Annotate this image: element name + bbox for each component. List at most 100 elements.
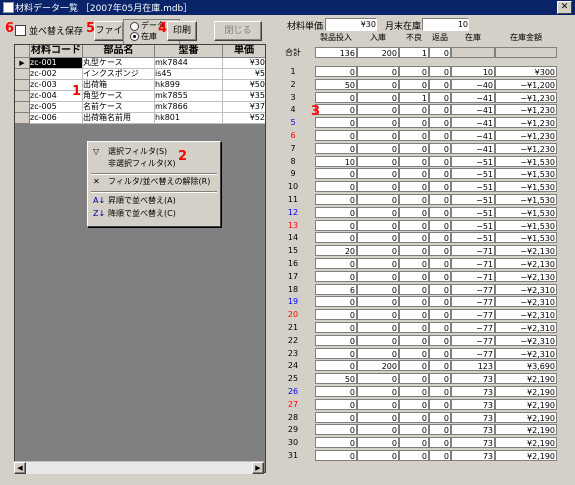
amount-cell: −¥1,530 (495, 232, 557, 244)
day-label: 9 (290, 169, 296, 179)
stock-cell: −51 (451, 219, 495, 231)
return-cell: 0 (429, 91, 451, 103)
stock-cell: −71 (451, 245, 495, 257)
col-header-model[interactable]: 型番 (155, 45, 223, 58)
day-label: 21 (287, 323, 299, 332)
menu-filter-by-selection[interactable]: ▽ 選択フィルタ(S) (88, 146, 220, 158)
total-amount-cell (495, 47, 557, 58)
col-header-price[interactable]: 単価 (223, 45, 265, 58)
menu-filter-excluding[interactable]: 非選択フィルタ(X) (88, 158, 220, 170)
record-selector[interactable] (15, 80, 30, 91)
name-cell[interactable]: 名前ケース (83, 102, 155, 113)
model-cell[interactable]: is45 (155, 69, 223, 80)
name-cell[interactable]: 角型ケース (83, 91, 155, 102)
close-button[interactable]: 閉じる (214, 21, 262, 41)
radio-data[interactable] (130, 22, 139, 31)
defect-cell: 0 (399, 398, 429, 410)
name-cell[interactable]: 丸型ケース (83, 58, 155, 69)
col-header-code[interactable]: 材料コード (30, 45, 83, 58)
table-row[interactable]: ▶ zc-001 丸型ケース mk7844 ¥30 (15, 58, 265, 69)
amount-cell: −¥1,530 (495, 181, 557, 193)
horizontal-scrollbar[interactable]: ◀ ▶ (14, 461, 264, 474)
stock-cell: −77 (451, 309, 495, 321)
annotation-3: 3 (311, 104, 321, 119)
defect-cell: 0 (399, 309, 429, 321)
day-label: 31 (287, 451, 299, 460)
production-cell: 0 (315, 258, 357, 269)
save-sort-checkbox[interactable] (15, 25, 26, 36)
col-header-return: 返品 (432, 33, 448, 42)
table-row[interactable]: zc-002 インクスポンジ is45 ¥5 (15, 69, 265, 80)
table-row[interactable]: zc-006 出荷箱名前用 hk801 ¥52 (15, 113, 265, 124)
return-cell: 0 (429, 322, 451, 333)
price-cell[interactable]: ¥37 (223, 102, 265, 113)
menu-sort-ascending[interactable]: A↓ 昇順で並べ替え(A) (88, 195, 220, 207)
scroll-right-icon[interactable]: ▶ (252, 462, 264, 474)
table-row[interactable]: zc-005 名前ケース mk7866 ¥37 (15, 102, 265, 113)
defect-cell: 0 (399, 142, 429, 154)
day-label: 19 (287, 297, 299, 307)
amount-cell: −¥1,530 (495, 219, 557, 231)
close-window-icon[interactable]: ✕ (557, 1, 572, 14)
record-selector[interactable] (15, 113, 30, 124)
model-cell[interactable]: hk801 (155, 113, 223, 124)
return-cell: 0 (429, 373, 451, 385)
receipt-cell: 0 (357, 91, 399, 103)
amount-cell: −¥2,130 (495, 245, 557, 257)
scroll-left-icon[interactable]: ◀ (14, 462, 26, 474)
day-label: 10 (287, 182, 299, 192)
stock-cell: 73 (451, 373, 495, 385)
file-button[interactable]: ファイル (94, 21, 124, 54)
name-cell[interactable]: インクスポンジ (83, 69, 155, 80)
receipt-cell: 0 (357, 155, 399, 167)
total-production-cell: 136 (315, 47, 357, 58)
return-cell: 0 (429, 142, 451, 154)
record-selector[interactable] (15, 69, 30, 80)
print-button[interactable]: 印刷 (167, 21, 197, 41)
price-cell[interactable]: ¥52 (223, 113, 265, 124)
production-cell: 0 (315, 334, 357, 346)
production-cell: 0 (315, 347, 357, 359)
code-cell[interactable]: zc-001 (30, 58, 83, 69)
model-cell[interactable]: hk899 (155, 80, 223, 91)
record-selector[interactable] (15, 91, 30, 102)
radio-stock[interactable] (130, 32, 139, 41)
defect-cell: 0 (399, 78, 429, 90)
record-selector[interactable] (15, 102, 30, 113)
material-grid[interactable]: 材料コード 部品名 型番 単価 ▶ zc-001 丸型ケース mk7844 ¥30 zc-… (14, 44, 266, 473)
day-label: 23 (287, 348, 299, 358)
day-label: 27 (287, 399, 299, 409)
menu-remove-filter-sort[interactable]: ✕ フィルタ/並べ替えの解除(R) (88, 176, 220, 188)
stock-cell: −77 (451, 296, 495, 308)
day-label: 3 (290, 92, 296, 102)
name-cell[interactable]: 出荷箱名前用 (83, 113, 155, 124)
defect-cell: 0 (399, 66, 429, 77)
price-cell[interactable]: ¥30 (223, 58, 265, 69)
return-cell: 0 (429, 78, 451, 90)
model-cell[interactable]: mk7855 (155, 91, 223, 102)
col-header-defect: 不良 (406, 33, 422, 42)
amount-cell: ¥3,690 (495, 360, 557, 372)
record-selector[interactable]: ▶ (15, 58, 30, 69)
receipt-cell: 0 (357, 450, 399, 461)
table-row[interactable]: zc-004 角型ケース mk7855 ¥35 (15, 91, 265, 102)
code-cell[interactable]: zc-002 (30, 69, 83, 80)
col-header-name[interactable]: 部品名 (83, 45, 155, 58)
receipt-cell: 0 (357, 258, 399, 269)
table-row[interactable]: zc-003 出荷箱 hk899 ¥50 (15, 80, 265, 91)
amount-cell: −¥1,530 (495, 206, 557, 218)
price-cell[interactable]: ¥50 (223, 80, 265, 91)
return-cell: 0 (429, 245, 451, 257)
code-cell[interactable]: zc-006 (30, 113, 83, 124)
name-cell[interactable]: 出荷箱 (83, 80, 155, 91)
model-cell[interactable]: mk7866 (155, 102, 223, 113)
model-cell[interactable]: mk7844 (155, 58, 223, 69)
price-cell[interactable]: ¥5 (223, 69, 265, 80)
production-cell: 0 (315, 219, 357, 231)
menu-sort-descending[interactable]: Z↓ 降順で並べ替え(C) (88, 208, 220, 220)
day-label: 16 (287, 259, 299, 268)
amount-cell: ¥2,190 (495, 373, 557, 385)
price-cell[interactable]: ¥35 (223, 91, 265, 102)
receipt-cell: 0 (357, 219, 399, 231)
code-cell[interactable]: zc-005 (30, 102, 83, 113)
